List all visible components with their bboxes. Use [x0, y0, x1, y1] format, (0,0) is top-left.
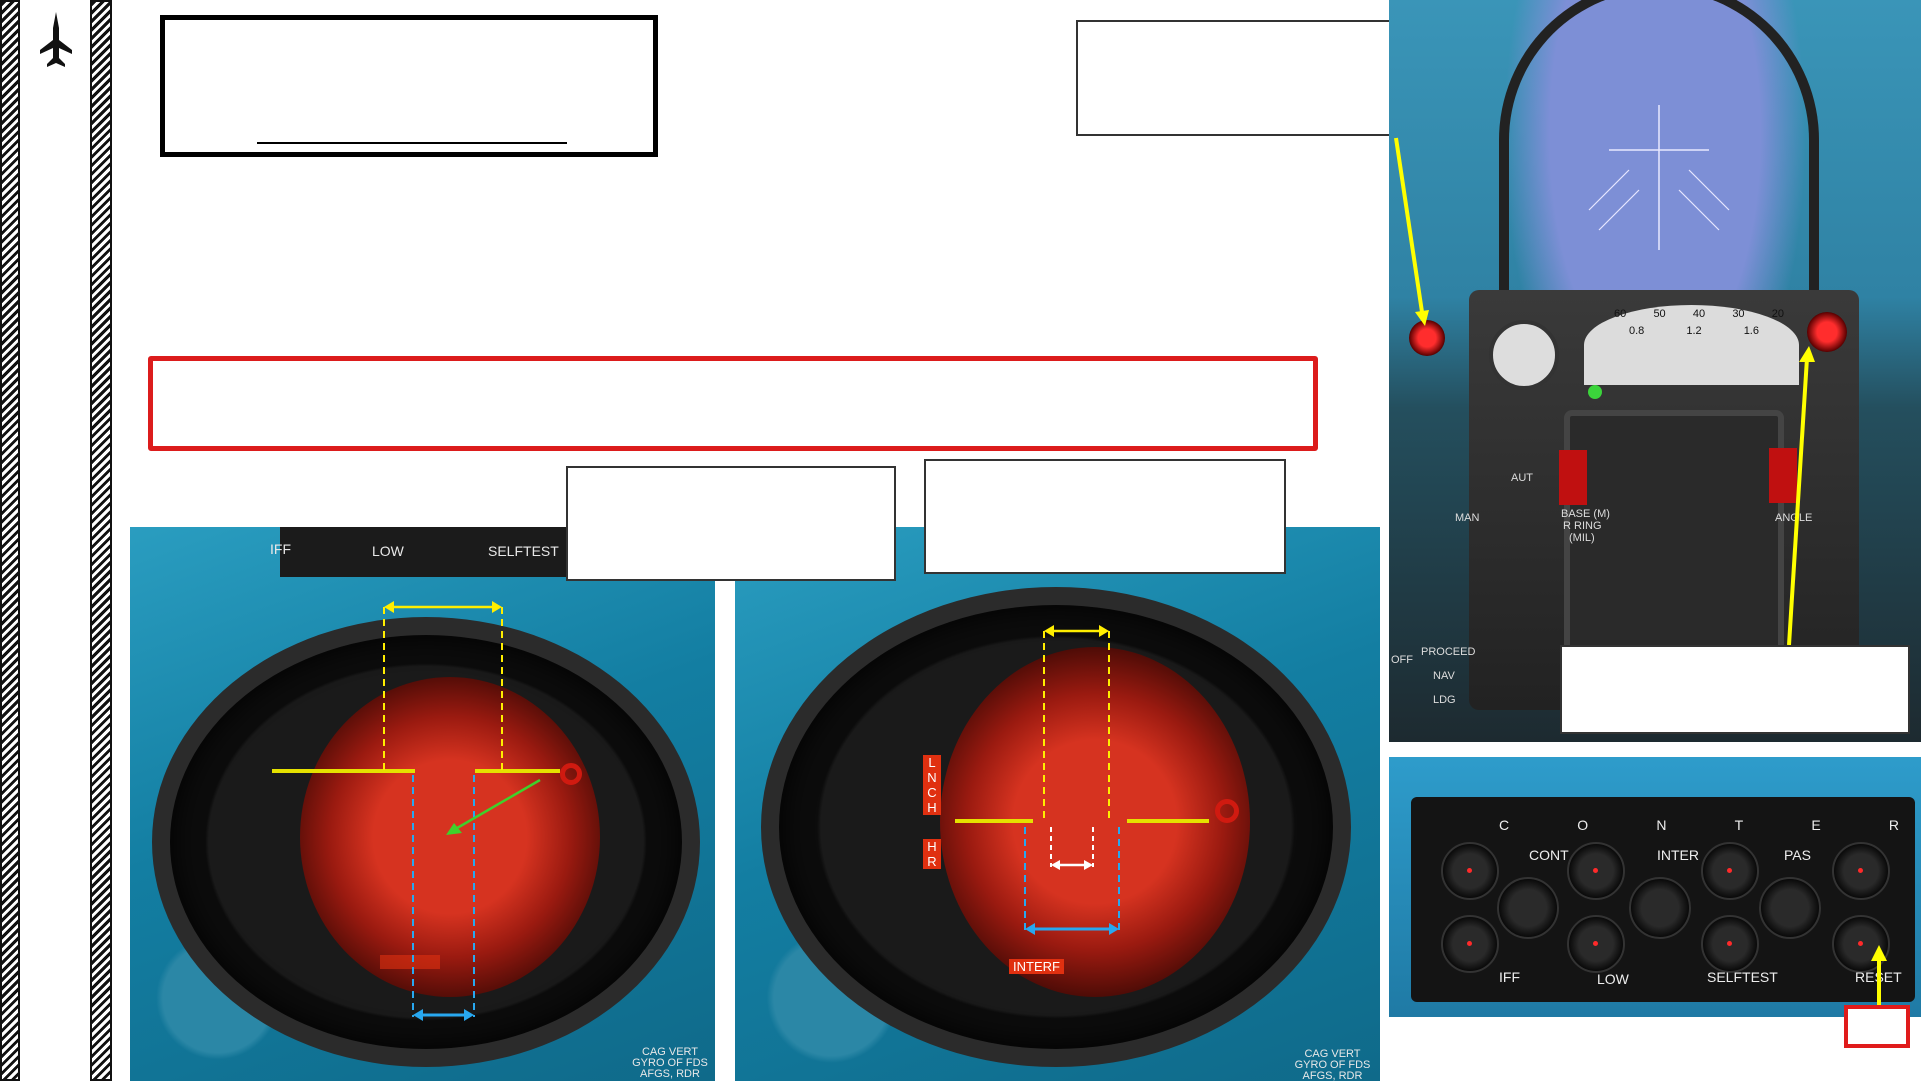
iff-panel-photo: C O N T E R CONT INTER PAS IFF LOW SELFT…: [1389, 757, 1921, 1017]
scope-left-caption: CAG VERT GYRO OF FDS AFGS, RDR: [630, 1047, 710, 1080]
scope-photo-middle: L N C H H R INTERF CAG VERT GYRO OF FDS …: [735, 527, 1380, 1081]
jet-silhouette-icon: [38, 10, 74, 68]
scope-middle-caption: CAG VERT GYRO OF FDS AFGS, RDR: [1290, 1049, 1375, 1081]
title-underline: [257, 142, 567, 144]
callout-top-right: [1076, 20, 1428, 136]
cockpit-photo: 60 50 40 30 20 0.8 1.2 1.6 BASE (M) R RI…: [1389, 0, 1921, 742]
callout-cockpit-bottom: [1560, 645, 1910, 734]
scope-left-annotations: [272, 601, 560, 1021]
reset-highlight-box: [1844, 1005, 1910, 1048]
left-rail-hatch-outer: [0, 0, 20, 1081]
caption-line-3: AFGS, RDR: [1302, 1070, 1363, 1081]
scope-photo-left: IFF LOW SELFTEST CAG VERT GYRO OF FDS AF…: [130, 527, 715, 1081]
iff-reset-arrow: [1871, 945, 1887, 1015]
callout-middle-left: [566, 466, 896, 581]
scope-middle-annotations: [955, 625, 1209, 935]
left-rail-hatch-inner: [90, 0, 112, 1081]
left-rail-white-strip: [20, 0, 90, 1081]
warning-box: [148, 356, 1318, 451]
caption-line-3: AFGS, RDR: [640, 1068, 700, 1080]
title-box: [160, 15, 658, 157]
cockpit-annotations: [1394, 137, 1815, 646]
callout-middle-right: [924, 459, 1286, 574]
